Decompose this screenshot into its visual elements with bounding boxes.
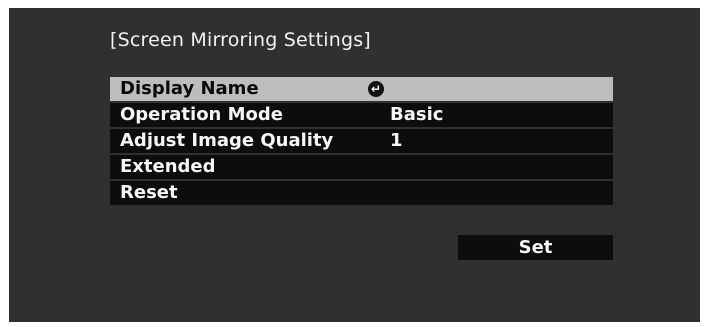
- menu-item-label: Adjust Image Quality: [120, 130, 334, 151]
- menu-item-label: Extended: [120, 156, 216, 177]
- menu-item-label: Reset: [120, 182, 178, 203]
- menu-item-display-name[interactable]: Display Name ↵: [110, 77, 613, 101]
- menu-item-label: Display Name: [120, 78, 259, 99]
- settings-screen: [Screen Mirroring Settings] Display Name…: [9, 8, 700, 322]
- menu-item-adjust-image-quality[interactable]: Adjust Image Quality 1: [110, 129, 613, 153]
- menu-item-extended[interactable]: Extended: [110, 155, 613, 179]
- screen-title: [Screen Mirroring Settings]: [110, 29, 371, 51]
- menu-item-label: Operation Mode: [120, 104, 284, 125]
- menu-item-operation-mode[interactable]: Operation Mode Basic: [110, 103, 613, 127]
- settings-menu: Display Name ↵ Operation Mode Basic Adju…: [110, 77, 613, 207]
- menu-item-value: Basic: [390, 104, 444, 125]
- menu-item-reset[interactable]: Reset: [110, 181, 613, 205]
- set-button[interactable]: Set: [458, 235, 613, 260]
- menu-item-value: 1: [390, 130, 403, 151]
- enter-icon: ↵: [368, 81, 384, 97]
